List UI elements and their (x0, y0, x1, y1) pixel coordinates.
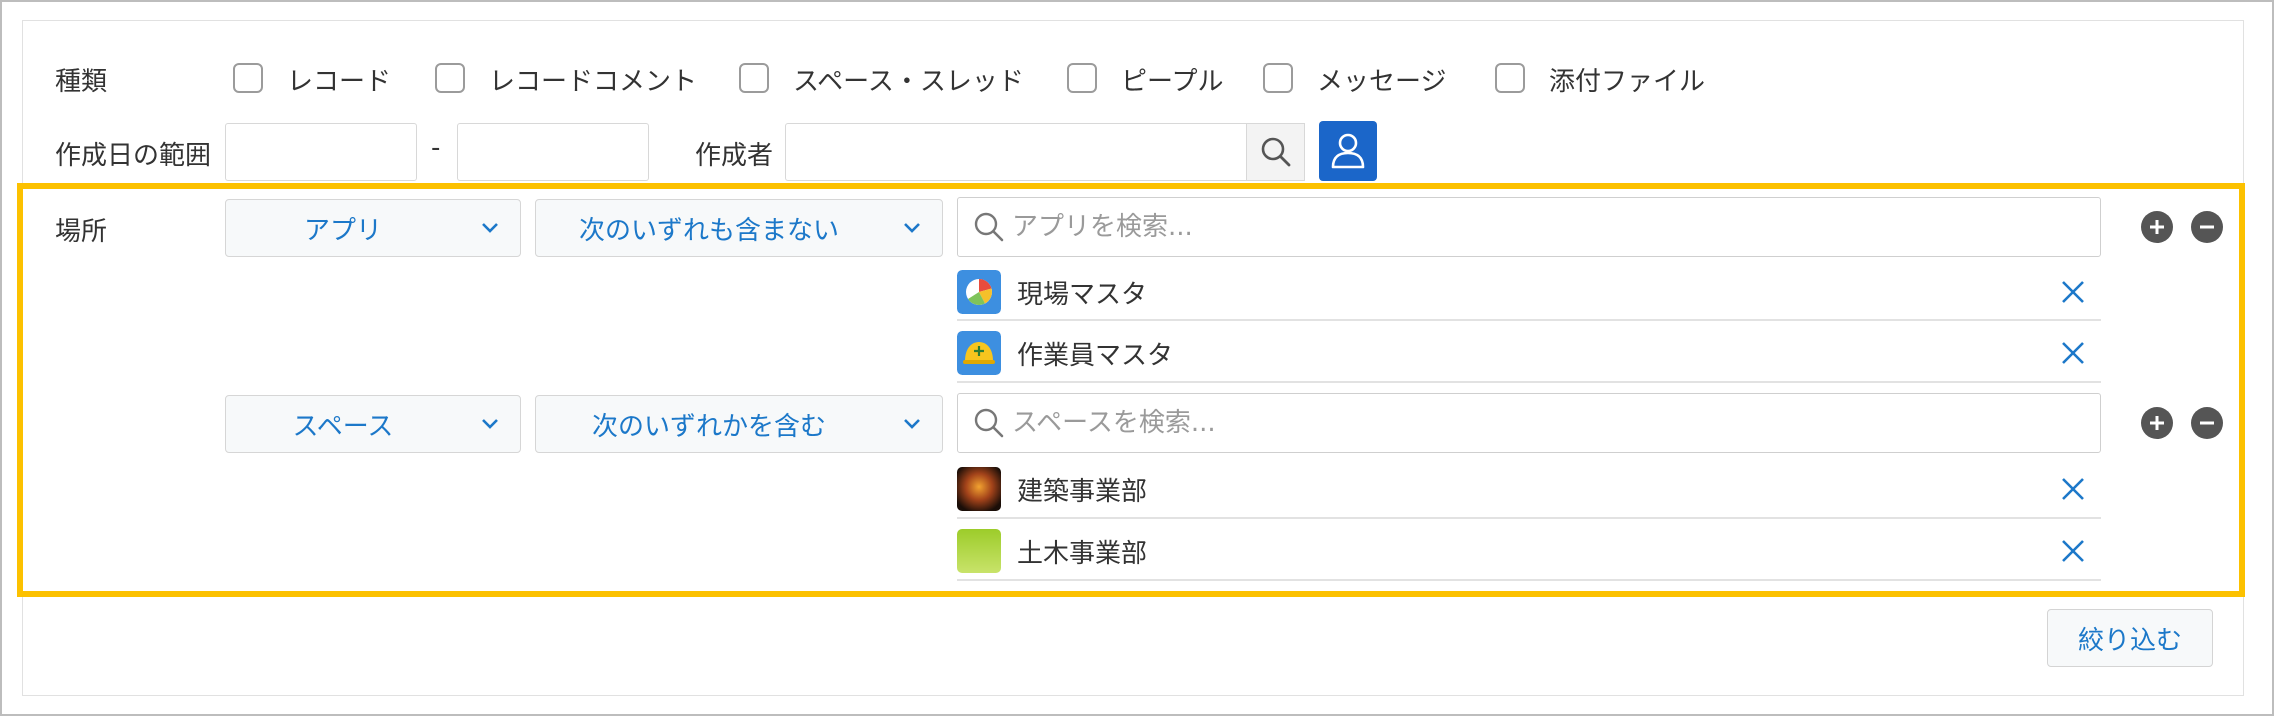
minus-icon (2200, 225, 2214, 229)
app-item-name: 作業員マスタ (1017, 340, 1174, 371)
app-search-box[interactable] (957, 197, 2101, 257)
checkbox-record-comment-label[interactable]: レコードコメント (489, 61, 697, 98)
space-item-name: 土木事業部 (1017, 538, 1148, 569)
search-icon (974, 212, 1004, 242)
date-to-input[interactable] (457, 123, 649, 181)
location-target-dropdown-1[interactable]: アプリ (225, 199, 521, 257)
checkbox-message-label[interactable]: メッセージ (1317, 61, 1446, 98)
plus-icon (2150, 220, 2164, 234)
close-icon (2062, 478, 2084, 500)
date-range-label: 作成日の範囲 (55, 141, 212, 171)
checkbox-people-label[interactable]: ピープル (1121, 61, 1223, 98)
location-target-value-2: スペース (292, 411, 394, 442)
chevron-down-icon (882, 221, 942, 235)
plus-icon (2150, 416, 2164, 430)
window-frame: 種類 レコード レコードコメント スペース・スレッド ピープル メッセージ 添付… (0, 0, 2274, 716)
location-target-value-1: アプリ (303, 215, 382, 246)
space-search-input[interactable] (1006, 407, 2100, 439)
location-label: 場所 (55, 217, 108, 247)
user-select-button[interactable] (1319, 121, 1377, 181)
minus-icon (2200, 421, 2214, 425)
space-cover-dark-icon (957, 467, 1001, 511)
space-search-box[interactable] (957, 393, 2101, 453)
remove-item-button[interactable] (2051, 279, 2095, 305)
checkbox-record[interactable] (233, 63, 263, 93)
checkbox-record-label[interactable]: レコード (287, 61, 391, 98)
person-icon (1331, 133, 1365, 169)
remove-condition-button-2[interactable] (2191, 407, 2223, 439)
creator-label: 作成者 (695, 141, 774, 171)
checkbox-space-thread-label[interactable]: スペース・スレッド (793, 61, 1024, 98)
checkbox-message[interactable] (1263, 63, 1293, 93)
filter-button[interactable]: 絞り込む (2047, 609, 2213, 667)
selected-space-item: 土木事業部 (957, 523, 2101, 581)
chevron-down-icon (882, 417, 942, 431)
location-operator-dropdown-2[interactable]: 次のいずれかを含む (535, 395, 943, 453)
location-operator-dropdown-1[interactable]: 次のいずれも含まない (535, 199, 943, 257)
chevron-down-icon (460, 417, 520, 431)
search-icon (974, 408, 1004, 438)
creator-search-button[interactable] (1247, 123, 1305, 181)
app-item-name: 現場マスタ (1017, 279, 1148, 310)
app-search-input[interactable] (1006, 211, 2100, 243)
selected-app-item: 作業員マスタ (957, 325, 2101, 383)
close-icon (2062, 540, 2084, 562)
location-operator-value-2: 次のいずれかを含む (591, 411, 826, 442)
pie-chart-app-icon (957, 270, 1001, 314)
creator-input[interactable] (785, 123, 1247, 181)
selected-space-item: 建築事業部 (957, 461, 2101, 519)
checkbox-attachment-label[interactable]: 添付ファイル (1549, 61, 1705, 98)
selected-app-item: 現場マスタ (957, 265, 2101, 321)
search-filter-panel: 種類 レコード レコードコメント スペース・スレッド ピープル メッセージ 添付… (17, 20, 2245, 696)
location-operator-value-1: 次のいずれも含まない (578, 215, 839, 246)
type-label: 種類 (55, 67, 108, 97)
location-target-dropdown-2[interactable]: スペース (225, 395, 521, 453)
space-cover-green-icon (957, 529, 1001, 573)
remove-item-button[interactable] (2051, 538, 2095, 564)
checkbox-space-thread[interactable] (739, 63, 769, 93)
date-from-input[interactable] (225, 123, 417, 181)
add-condition-button-1[interactable] (2141, 211, 2173, 243)
checkbox-people[interactable] (1067, 63, 1097, 93)
close-icon (2062, 281, 2084, 303)
checkbox-record-comment[interactable] (435, 63, 465, 93)
search-icon (1261, 137, 1290, 167)
space-item-name: 建築事業部 (1017, 476, 1148, 507)
chevron-down-icon (460, 221, 520, 235)
date-separator: - (431, 133, 441, 163)
remove-item-button[interactable] (2051, 340, 2095, 366)
add-condition-button-2[interactable] (2141, 407, 2173, 439)
remove-item-button[interactable] (2051, 476, 2095, 502)
remove-condition-button-1[interactable] (2191, 211, 2223, 243)
close-icon (2062, 342, 2084, 364)
helmet-app-icon (957, 331, 1001, 375)
checkbox-attachment[interactable] (1495, 63, 1525, 93)
